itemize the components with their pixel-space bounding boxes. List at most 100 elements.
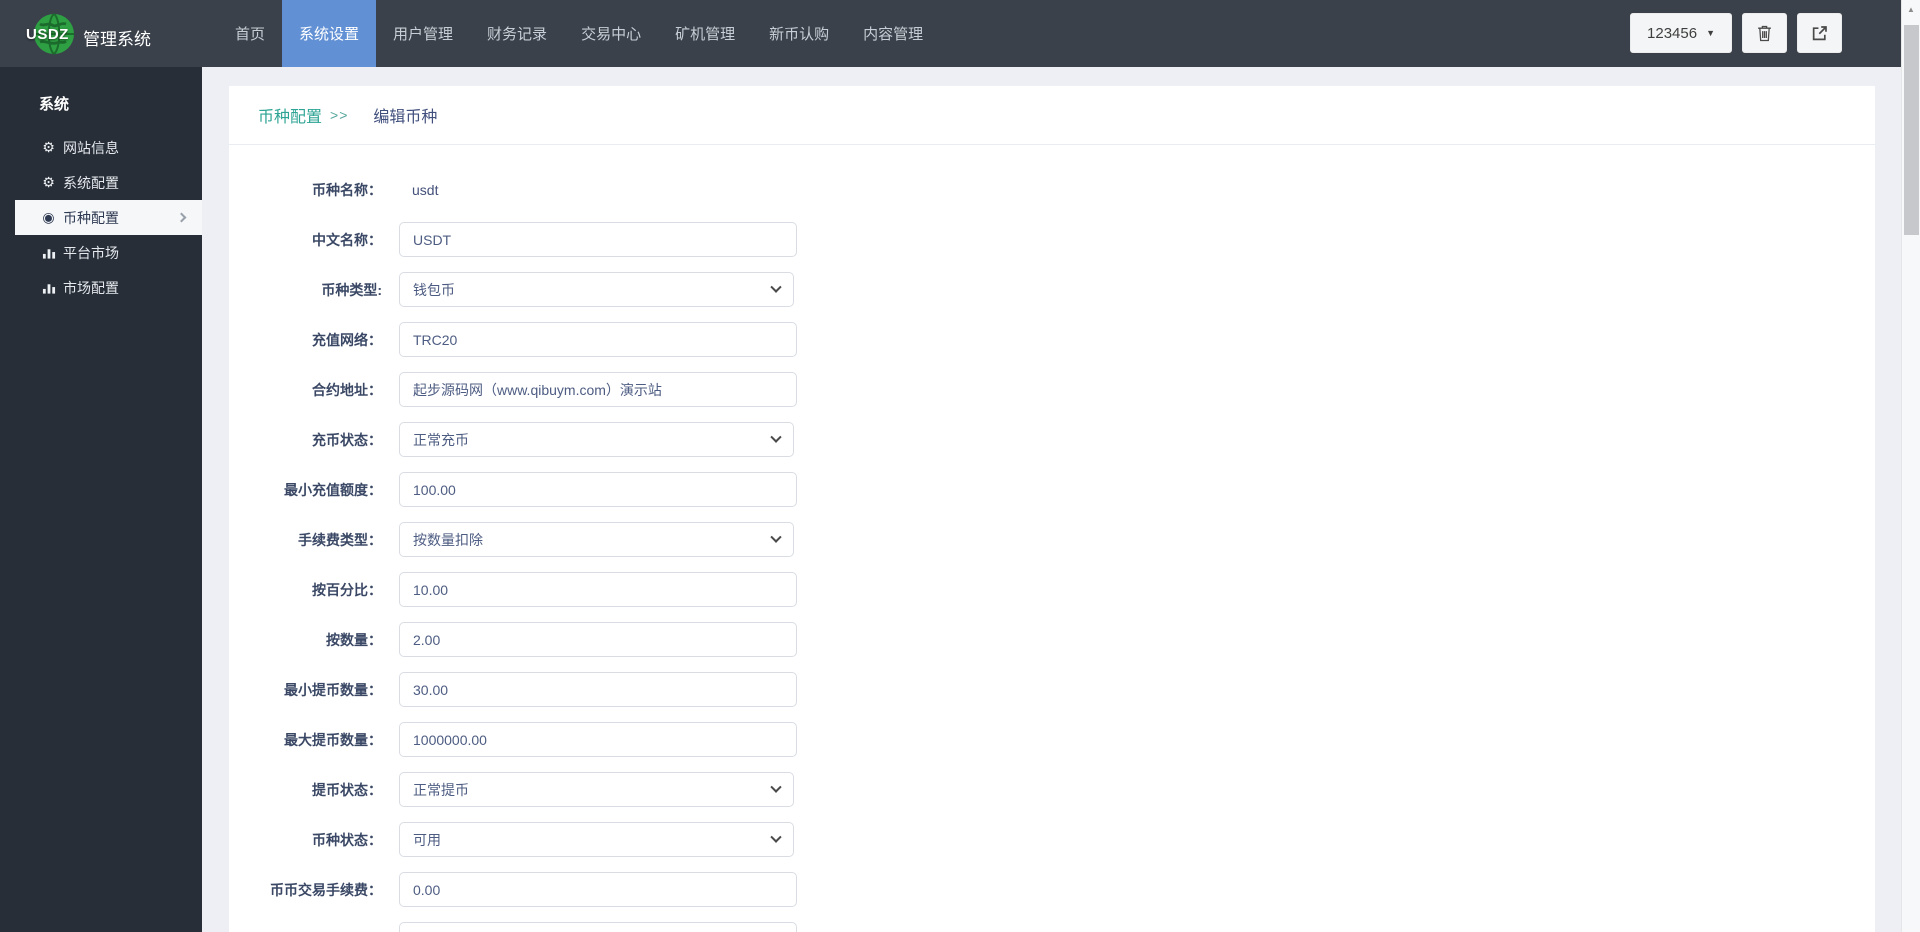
user-menu-label: 123456 (1647, 24, 1698, 42)
bar-chart-icon (40, 246, 57, 260)
user-menu-button[interactable]: 123456 ▼ (1630, 13, 1732, 53)
caret-down-icon: ▼ (1706, 28, 1715, 38)
field-input[interactable] (399, 222, 797, 257)
edit-currency-form: 币种名称： usdt 中文名称： 币种类型: 钱包币充值网络： 合约地址： 充币状态： 正常充… (229, 145, 1875, 932)
field-select[interactable]: 正常提币 (399, 772, 794, 807)
form-row (229, 922, 1875, 932)
field-label: 币种名称： (312, 181, 382, 198)
field-label: 提币状态： (312, 781, 382, 798)
nav-tab[interactable]: 新币认购 (752, 0, 846, 67)
nav-tab[interactable]: 财务记录 (470, 0, 564, 67)
nav-tab[interactable]: 内容管理 (846, 0, 940, 67)
chevron-down-icon (770, 781, 782, 793)
sidebar-item[interactable]: 平台市场 (0, 235, 202, 270)
field-label: 币币交易手续费： (270, 881, 382, 898)
form-row: 最大提币数量： (229, 722, 1875, 757)
nav-tab[interactable]: 首页 (218, 0, 282, 67)
form-row: 最小充值额度： (229, 472, 1875, 507)
sidebar-section-title: 系统 (39, 96, 70, 113)
trash-icon (1758, 25, 1771, 41)
field-label: 最小提币数量： (284, 681, 382, 698)
nav-tab[interactable]: 系统设置 (282, 0, 377, 67)
sidebar-menu: ⚙ 网站信息 ⚙ 系统配置 ◉ 币种配置平台市场 市场配置 (0, 130, 202, 305)
form-row: 中文名称： (229, 222, 1875, 257)
bar-chart-icon (40, 281, 57, 295)
form-row: 币种类型: 钱包币 (229, 272, 1875, 307)
app-title: 管理系统 (83, 30, 151, 49)
field-value: usdt (412, 181, 439, 198)
sidebar-item[interactable]: ⚙ 系统配置 (0, 165, 202, 200)
trash-button[interactable] (1742, 13, 1787, 53)
select-value: 正常提币 (413, 781, 469, 798)
field-input[interactable] (399, 922, 797, 932)
sidebar: 系统 ⚙ 网站信息 ⚙ 系统配置 ◉ 币种配置平台市场 市场配置 (0, 67, 202, 932)
breadcrumb-parent-link[interactable]: 币种配置 (258, 103, 322, 127)
export-button[interactable] (1797, 13, 1842, 53)
field-label: 按数量： (326, 631, 382, 648)
field-label: 中文名称： (312, 231, 382, 248)
circle-dot-icon: ◉ (42, 209, 55, 225)
field-label: 最小充值额度： (284, 481, 382, 498)
field-input[interactable] (399, 622, 797, 657)
form-row: 按数量： (229, 622, 1875, 657)
field-select[interactable]: 可用 (399, 822, 794, 857)
field-select[interactable]: 钱包币 (399, 272, 794, 307)
gear-icon: ⚙ (42, 139, 55, 155)
field-input[interactable] (399, 722, 797, 757)
field-input[interactable] (399, 672, 797, 707)
chevron-down-icon (770, 831, 782, 843)
field-input[interactable] (399, 572, 797, 607)
breadcrumb: 币种配置 >> 编辑币种 (229, 86, 1875, 145)
form-row: 充币状态： 正常充币 (229, 422, 1875, 457)
content-card: 币种配置 >> 编辑币种 币种名称： usdt 中文名称： 币种类型: 钱包币充值网络：… (229, 86, 1875, 932)
sidebar-item-label: 币种配置 (63, 209, 119, 226)
select-value: 按数量扣除 (413, 531, 483, 548)
form-row: 合约地址： (229, 372, 1875, 407)
field-select[interactable]: 正常充币 (399, 422, 794, 457)
select-value: 钱包币 (413, 281, 455, 298)
v-scrollbar[interactable]: ▲ (1901, 0, 1920, 932)
nav-tab[interactable]: 交易中心 (564, 0, 658, 67)
field-input[interactable] (399, 322, 797, 357)
field-select[interactable]: 按数量扣除 (399, 522, 794, 557)
scroll-up-icon[interactable]: ▲ (1902, 0, 1920, 19)
nav-tab[interactable]: 矿机管理 (658, 0, 752, 67)
form-row: 充值网络： (229, 322, 1875, 357)
topbar: USDZ 管理系统 首页 系统设置 用户管理 财务记录 交易中心 矿机管理 新币认购 内容管理… (0, 0, 1901, 67)
field-input[interactable] (399, 372, 797, 407)
field-label: 充币状态： (312, 431, 382, 448)
chevron-down-icon (770, 281, 782, 293)
topbar-actions: 123456 ▼ (1630, 13, 1842, 53)
chevron-down-icon (770, 531, 782, 543)
sidebar-item-label: 系统配置 (63, 174, 119, 191)
breadcrumb-current: 编辑币种 (373, 109, 438, 126)
main-content: 币种配置 >> 编辑币种 币种名称： usdt 中文名称： 币种类型: 钱包币充值网络：… (202, 67, 1901, 932)
field-label: 按百分比： (312, 581, 382, 598)
sidebar-item[interactable]: 市场配置 (0, 270, 202, 305)
sidebar-item[interactable]: ◉ 币种配置 (15, 200, 202, 235)
breadcrumb-separator: >> (330, 107, 349, 123)
form-row: 手续费类型： 按数量扣除 (229, 522, 1875, 557)
sidebar-item-label: 网站信息 (63, 139, 119, 156)
form-row: 提币状态： 正常提币 (229, 772, 1875, 807)
app-logo: USDZ 管理系统 (0, 0, 202, 67)
form-row: 最小提币数量： (229, 672, 1875, 707)
scroll-thumb[interactable] (1904, 25, 1919, 235)
field-label: 币种状态： (312, 831, 382, 848)
form-row: 币种状态： 可用 (229, 822, 1875, 857)
select-value: 正常充币 (413, 431, 469, 448)
nav-tab[interactable]: 用户管理 (376, 0, 470, 67)
select-value: 可用 (413, 831, 441, 848)
gear-icon: ⚙ (42, 174, 55, 190)
sidebar-item[interactable]: ⚙ 网站信息 (0, 130, 202, 165)
field-input[interactable] (399, 872, 797, 907)
export-icon (1812, 25, 1827, 40)
field-label: 币种类型: (321, 281, 382, 298)
field-label: 合约地址： (312, 381, 382, 398)
field-label: 手续费类型： (298, 531, 382, 548)
form-row: 币种名称： usdt (229, 172, 1875, 207)
field-label: 充值网络： (312, 331, 382, 348)
top-nav: 首页 系统设置 用户管理 财务记录 交易中心 矿机管理 新币认购 内容管理 (218, 0, 940, 67)
field-input[interactable] (399, 472, 797, 507)
form-row: 币币交易手续费： (229, 872, 1875, 907)
